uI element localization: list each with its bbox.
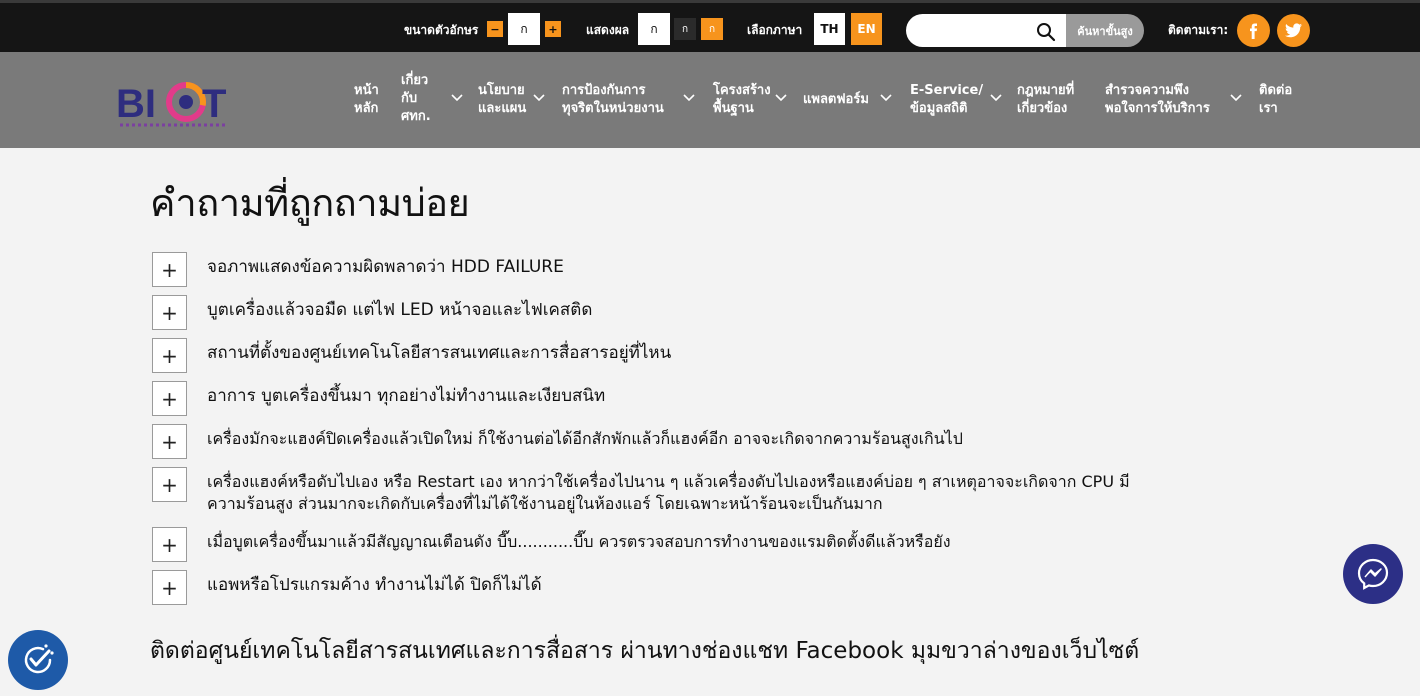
- nav-item-label: สำรวจความพึง พอใจการให้บริการ: [1105, 83, 1210, 116]
- display-dark-button[interactable]: ก: [674, 18, 696, 40]
- display-contrast-button[interactable]: ก: [701, 18, 723, 40]
- faq-question[interactable]: สถานที่ตั้งของศูนย์เทคโนโลยีสารสนเทศและก…: [207, 342, 1167, 364]
- faq-expand-button[interactable]: +: [152, 338, 187, 373]
- nav-item-home[interactable]: หน้า หลัก: [354, 80, 384, 120]
- display-mode-label: แสดงผล: [586, 23, 630, 37]
- faq-expand-button[interactable]: +: [152, 424, 187, 459]
- nav-item-policy[interactable]: นโยบาย และแผน: [478, 80, 538, 120]
- nav-item-label: หน้า หลัก: [354, 83, 379, 116]
- nav-item-laws[interactable]: กฎหมายที่ เกี่ยวข้อง: [1017, 80, 1091, 120]
- advanced-search-button[interactable]: ค้นหาขั้นสูง: [1066, 14, 1144, 47]
- nav-item-label: E-Service/ ข้อมูลสถิติ: [910, 83, 984, 116]
- faq-question[interactable]: บูตเครื่องแล้วจอมืด แต่ไฟ LED หน้าจอและไ…: [207, 299, 1167, 321]
- page-title: คำถามที่ถูกถามบ่อย: [150, 181, 470, 225]
- accessibility-button[interactable]: [8, 630, 68, 690]
- nav-item-survey[interactable]: สำรวจความพึง พอใจการให้บริการ: [1105, 80, 1229, 120]
- nav-item-eservice[interactable]: E-Service/ ข้อมูลสถิติ: [910, 80, 990, 120]
- svg-text:BI: BI: [116, 82, 156, 126]
- nav-item-label: กฎหมายที่ เกี่ยวข้อง: [1017, 83, 1075, 116]
- messenger-chat-button[interactable]: [1343, 544, 1403, 604]
- nav-item-anti-corruption[interactable]: การป้องกันการ ทุจริตในหน่วยงาน: [562, 80, 682, 120]
- nav-item-label: เกี่ยว กับ ศทก.: [401, 73, 431, 124]
- chevron-down-icon: [880, 94, 892, 102]
- lang-en-button[interactable]: EN: [851, 13, 882, 45]
- chevron-down-icon: [683, 94, 695, 102]
- contact-note: ติดต่อศูนย์เทคโนโลยีสารสนเทศและการสื่อสา…: [150, 638, 1140, 664]
- faq-question[interactable]: เมื่อบูตเครื่องขึ้นมาแล้วมีสัญญาณเตือนดั…: [207, 531, 1167, 553]
- faq-expand-button[interactable]: +: [152, 295, 187, 330]
- search-icon[interactable]: [1036, 22, 1056, 42]
- nav-item-about[interactable]: เกี่ยว กับ ศทก.: [401, 70, 441, 128]
- language-label: เลือกภาษา: [747, 23, 803, 37]
- faq-question[interactable]: แอพหรือโปรแกรมค้าง ทำงานไม่ได้ ปิดก็ไม่ไ…: [207, 574, 1167, 596]
- faq-expand-button[interactable]: +: [152, 527, 187, 562]
- facebook-icon[interactable]: [1237, 14, 1270, 47]
- twitter-icon[interactable]: [1277, 14, 1310, 47]
- nav-item-label: นโยบาย และแผน: [478, 83, 527, 116]
- follow-us-label: ติดตามเรา:: [1168, 23, 1229, 37]
- display-normal-button[interactable]: ก: [638, 13, 670, 45]
- chevron-down-icon: [990, 94, 1002, 102]
- faq-question[interactable]: อาการ บูตเครื่องขึ้นมา ทุกอย่างไม่ทำงานแ…: [207, 385, 1167, 407]
- nav-item-platform[interactable]: แพลตฟอร์ม: [803, 80, 879, 120]
- faq-expand-button[interactable]: +: [152, 252, 187, 287]
- font-increase-button[interactable]: +: [545, 21, 561, 37]
- accessibility-icon: [24, 644, 54, 674]
- nav-item-infrastructure[interactable]: โครงสร้าง พื้นฐาน: [713, 80, 775, 120]
- font-size-label: ขนาดตัวอักษร: [404, 23, 479, 37]
- nav-item-contact[interactable]: ติดต่อ เรา: [1259, 80, 1303, 120]
- faq-expand-button[interactable]: +: [152, 467, 187, 502]
- faq-question[interactable]: เครื่องมักจะแฮงค์ปิดเครื่องแล้วเปิดใหม่ …: [207, 428, 1167, 450]
- faq-expand-button[interactable]: +: [152, 570, 187, 605]
- faq-expand-button[interactable]: +: [152, 381, 187, 416]
- nav-item-label: แพลตฟอร์ม: [803, 92, 869, 107]
- chevron-down-icon: [533, 94, 545, 102]
- chevron-down-icon: [1230, 94, 1242, 102]
- nav-item-label: โครงสร้าง พื้นฐาน: [713, 83, 771, 116]
- lang-th-button[interactable]: TH: [814, 13, 845, 45]
- faq-question[interactable]: เครื่องแฮงค์หรือดับไปเอง หรือ Restart เอ…: [207, 471, 1147, 515]
- bict-logo[interactable]: BI T: [116, 70, 236, 130]
- top-utility-bar: ขนาดตัวอักษร − ก + แสดงผล ก ก ก เลือกภาษ…: [0, 0, 1420, 52]
- font-size-current: ก: [508, 13, 540, 45]
- nav-item-label: การป้องกันการ ทุจริตในหน่วยงาน: [562, 83, 664, 116]
- faq-question[interactable]: จอภาพแสดงข้อความผิดพลาดว่า HDD FAILURE: [207, 256, 1167, 278]
- nav-item-label: ติดต่อ เรา: [1259, 83, 1293, 116]
- svg-text:T: T: [202, 82, 226, 126]
- chevron-down-icon: [775, 94, 787, 102]
- chevron-down-icon: [451, 94, 463, 102]
- font-decrease-button[interactable]: −: [487, 21, 503, 37]
- messenger-icon: [1357, 558, 1389, 590]
